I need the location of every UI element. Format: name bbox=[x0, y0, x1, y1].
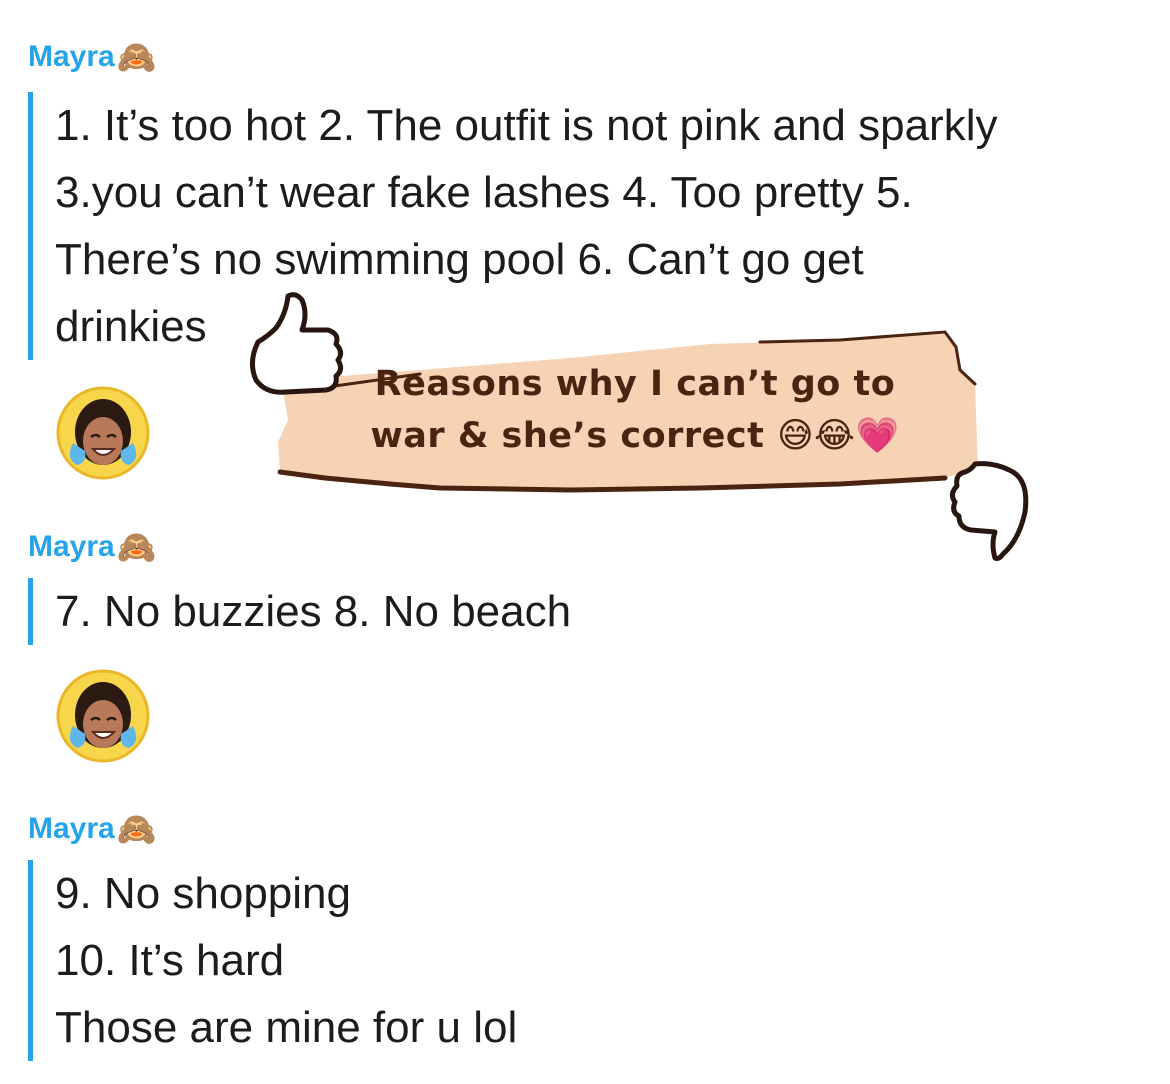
thumbs-down-icon bbox=[949, 461, 1029, 561]
message-line: 9. No shopping bbox=[55, 869, 351, 918]
see-no-evil-monkey-icon: 🙈 bbox=[116, 529, 157, 565]
sticker-line-1: Reasons why I can’t go to bbox=[374, 364, 896, 404]
sender-label: Mayra 🙈 bbox=[28, 38, 157, 76]
message-line: 1. It’s too hot 2. The outfit is not pin… bbox=[55, 101, 998, 150]
chat-message: 7. No buzzies 8. No beach bbox=[28, 578, 571, 645]
see-no-evil-monkey-icon: 🙈 bbox=[116, 811, 157, 847]
message-line: 3.you can’t wear fake lashes 4. Too pret… bbox=[55, 168, 913, 217]
bitmoji-crying-laughing-icon[interactable] bbox=[55, 668, 151, 764]
sender-name: Mayra bbox=[28, 812, 115, 845]
sender-name: Mayra bbox=[28, 530, 115, 563]
message-line: There’s no swimming pool 6. Can’t go get bbox=[55, 235, 864, 284]
sticker-line-2: war & she’s correct 😅😂💗 bbox=[370, 416, 900, 456]
sender-label: Mayra 🙈 bbox=[28, 528, 157, 566]
message-line: Those are mine for u lol bbox=[55, 1003, 518, 1052]
bitmoji-crying-laughing-icon[interactable] bbox=[55, 385, 151, 481]
message-line: 10. It’s hard bbox=[55, 936, 285, 985]
chat-message: 9. No shopping 10. It’s hard Those are m… bbox=[28, 860, 517, 1061]
sticker-caption: Reasons why I can’t go to war & she’s co… bbox=[300, 358, 970, 462]
message-line: 7. No buzzies 8. No beach bbox=[55, 587, 572, 636]
sender-label: Mayra 🙈 bbox=[28, 810, 157, 848]
see-no-evil-monkey-icon: 🙈 bbox=[116, 39, 157, 75]
sender-name: Mayra bbox=[28, 40, 115, 73]
